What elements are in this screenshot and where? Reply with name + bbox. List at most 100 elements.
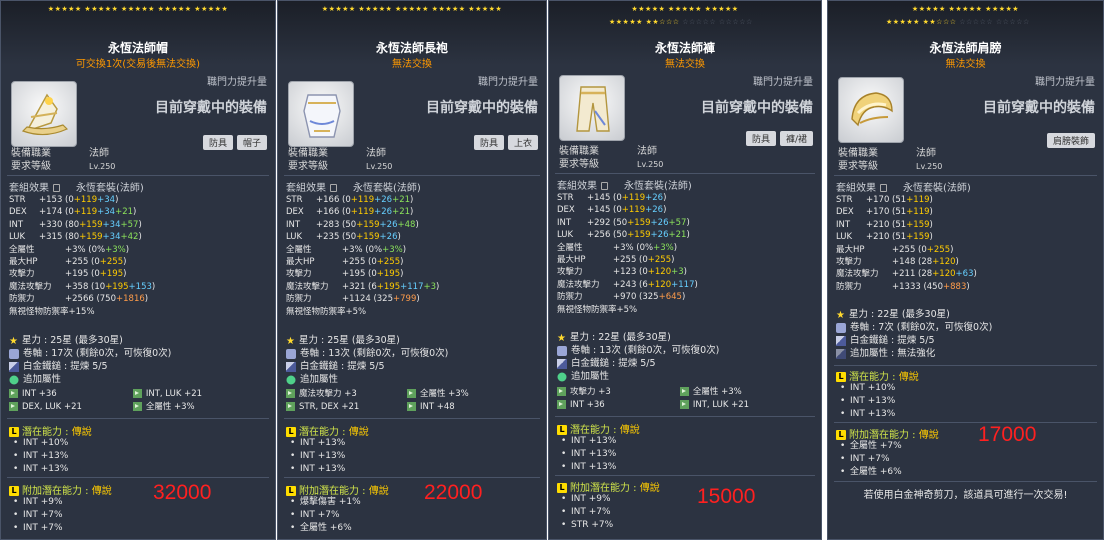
additional-grid: 攻擊力 +3 全屬性 +3% INT +36 INT, LUK +21 [557, 386, 813, 412]
bonus-line: • INT +9% [13, 497, 63, 507]
arrow-icon [679, 400, 689, 409]
potential-line: • INT +13% [13, 451, 69, 462]
requirements: 裝備職業 法師 要求等級 Lv.250 [288, 148, 393, 172]
legendary-icon: L [557, 425, 567, 435]
potential-title: L 潛在能力 : 傳說 [836, 368, 919, 383]
stat-attack: 攻擊力 +195 (0 +195) [9, 269, 127, 280]
stat-magic-attack: 魔法攻擊力 +358 (10 +195 +153) [9, 281, 156, 292]
potential-list: • INT +13% • INT +13% • INT +13% [561, 435, 616, 475]
stat-magic-attack: 魔法攻擊力 +321 (6 +195 +117 +3) [286, 281, 440, 292]
req-level: Lv.250 [916, 162, 943, 171]
bonus-potential-title: L 附加潛在能力 : 傳說 [9, 482, 112, 497]
arrow-icon [9, 402, 18, 411]
stat-allstat: 全屬性 +3% (0% +3%) [286, 244, 407, 255]
bonus-line: • INT +7% [561, 507, 611, 518]
stat-list: STR +166 (0 +119 +26 +21) DEX +166 (0 +119… [286, 194, 538, 318]
scissors-notice: 若使用白金神奇剪刀，該道具可進行一次交易! [863, 490, 1068, 501]
item-icon-frame [559, 75, 625, 141]
scroll-icon [286, 348, 296, 359]
stat-maxhp: 最大HP +255 (0 +255) [557, 255, 675, 266]
arrow-icon [9, 389, 18, 398]
req-job: 法師 [89, 148, 109, 159]
item-title: 永恆法師長袍 [375, 41, 448, 55]
hammer-icon [286, 361, 296, 372]
arrow-icon [132, 402, 142, 411]
legendary-icon: L [557, 483, 567, 493]
stat-maxhp: 最大HP +255 (0 +255) [9, 257, 127, 268]
growth-label: 職門力提升量 [1035, 77, 1095, 88]
bonus-potential-list: • INT +9% • INT +7% • INT +7% [13, 496, 63, 536]
starforce-stars-row1: ★★★★★ ★★★★★ ★★★★★ ★★★★★ ★★★★★ [321, 5, 503, 13]
stat-luk: LUK +210 (51 +159) [836, 232, 933, 243]
stat-str: STR +145 (0 +119 +26) [557, 193, 667, 203]
hammer-icon [9, 361, 19, 372]
potential-line: • INT +13% [840, 409, 896, 420]
item-icon-frame [838, 77, 904, 143]
stat-allstat: 全屬性 +3% (0% +3%) [557, 242, 678, 253]
bonus-line: • INT +7% [290, 510, 340, 521]
arrow-icon [557, 400, 566, 409]
req-job: 法師 [916, 148, 936, 159]
tag-armor: 防具 [202, 135, 233, 150]
bonus-line: • 全屬性 +6% [290, 523, 352, 534]
stat-luk: LUK +235 (50 +159 +26) [286, 232, 401, 243]
category-tags: 防具 褲/裙 [745, 131, 813, 146]
stat-ignore-def: 無視怪物防禦率 +5% [286, 306, 367, 317]
req-job: 法師 [637, 146, 657, 157]
potential-line: • INT +10% [840, 383, 896, 393]
lock-icon [53, 184, 60, 192]
stat-maxhp: 最大HP +255 (0 +255) [836, 244, 954, 255]
legendary-icon: L [836, 372, 846, 382]
stat-int: INT +292 (50 +159 +26 +57) [557, 217, 690, 228]
stat-ignore-def: 無視怪物防禦率 +5% [557, 304, 638, 315]
starforce-line: ★ 星力 : 22星 (最多30星) [836, 309, 950, 321]
currently-equipped-label: 目前穿戴中的裝備 [155, 100, 267, 116]
star-icon: ★ [836, 309, 845, 321]
tag-armor: 防具 [745, 131, 776, 146]
arrow-icon [557, 387, 566, 396]
growth-label: 職門力提升量 [478, 77, 538, 88]
stat-list: STR +145 (0 +119 +26) DEX +145 (0 +119 +26… [557, 192, 813, 316]
starforce-stars-row2: ★★★★★ ★★☆☆☆ ☆☆☆☆☆ ☆☆☆☆☆ [886, 18, 1030, 26]
item-tooltip-hat: ★★★★★ ★★★★★ ★★★★★ ★★★★★ ★★★★★ 永恆法師帽 可交換1… [0, 0, 276, 540]
stat-allstat: 全屬性 +3% (0% +3%) [9, 244, 130, 255]
tag-armor: 防具 [473, 135, 504, 150]
stat-list: STR +153 (0 +119 +34) DEX +174 (0 +119 +34… [9, 194, 267, 318]
item-tooltip-robe: ★★★★★ ★★★★★ ★★★★★ ★★★★★ ★★★★★ 永恆法師長袍 無法交… [277, 0, 547, 540]
stat-defense: 防禦力 +2566 (750 +1816) [9, 294, 149, 305]
tag-slot: 帽子 [236, 135, 267, 150]
stat-attack: 攻擊力 +148 (28 +120) [836, 257, 959, 268]
price-annotation: 17000 [978, 423, 1037, 446]
item-tooltip-shoulder: ★★★★★ ★★★★★ ★★★★★ ★★★★★ ★★☆☆☆ ☆☆☆☆☆ ☆☆☆☆… [827, 0, 1104, 540]
lock-icon [330, 184, 337, 192]
tag-slot: 褲/裙 [779, 131, 813, 146]
item-icon-frame [11, 81, 77, 147]
trade-status: 無法交換 [392, 59, 432, 70]
bonus-line: • INT +9% [561, 494, 611, 504]
additional-grid: INT +36 INT, LUK +21 DEX, LUK +21 全屬性 +3% [9, 388, 267, 414]
item-title: 永恆法師肩膀 [929, 41, 1002, 55]
hammer-line: 白金鐵鎚 : 提煉 5/5 [557, 358, 813, 371]
hammer-line: 白金鐵鎚 : 提煉 5/5 [286, 361, 538, 374]
legendary-icon: L [286, 427, 296, 437]
stat-magic-attack: 魔法攻擊力 +211 (28 +120 +63) [836, 269, 977, 280]
stat-ignore-def: 無視怪物防禦率 +15% [9, 306, 95, 317]
additional-label: 追加屬性 [9, 374, 267, 387]
arrow-icon [679, 387, 689, 396]
tag-slot: 肩膀裝飾 [1046, 133, 1095, 148]
potential-line: • INT +13% [290, 438, 346, 448]
hammer-icon [557, 358, 567, 369]
gem-icon [557, 372, 567, 381]
potential-line: • INT +13% [13, 464, 69, 475]
arrow-icon [406, 389, 416, 398]
bonus-line: • 爆擊傷害 +1% [290, 497, 361, 507]
hammer-icon [836, 348, 846, 359]
scroll-line: 卷軸 : 7次 (剩餘0次，可恢復0次) [836, 322, 1095, 335]
star-icon: ★ [286, 335, 295, 347]
scroll-line: 卷軸 : 13次 (剩餘0次，可恢復0次) [557, 345, 813, 358]
req-level: Lv.250 [366, 162, 393, 171]
bonus-potential-list: • 爆擊傷害 +1% • INT +7% • 全屬性 +6% [290, 496, 361, 536]
scroll-line: 卷軸 : 13次 (剩餘0次，可恢復0次) [286, 348, 538, 361]
starforce-stars-row1: ★★★★★ ★★★★★ ★★★★★ [631, 5, 739, 13]
potential-title: L 潛在能力 : 傳說 [557, 421, 640, 436]
